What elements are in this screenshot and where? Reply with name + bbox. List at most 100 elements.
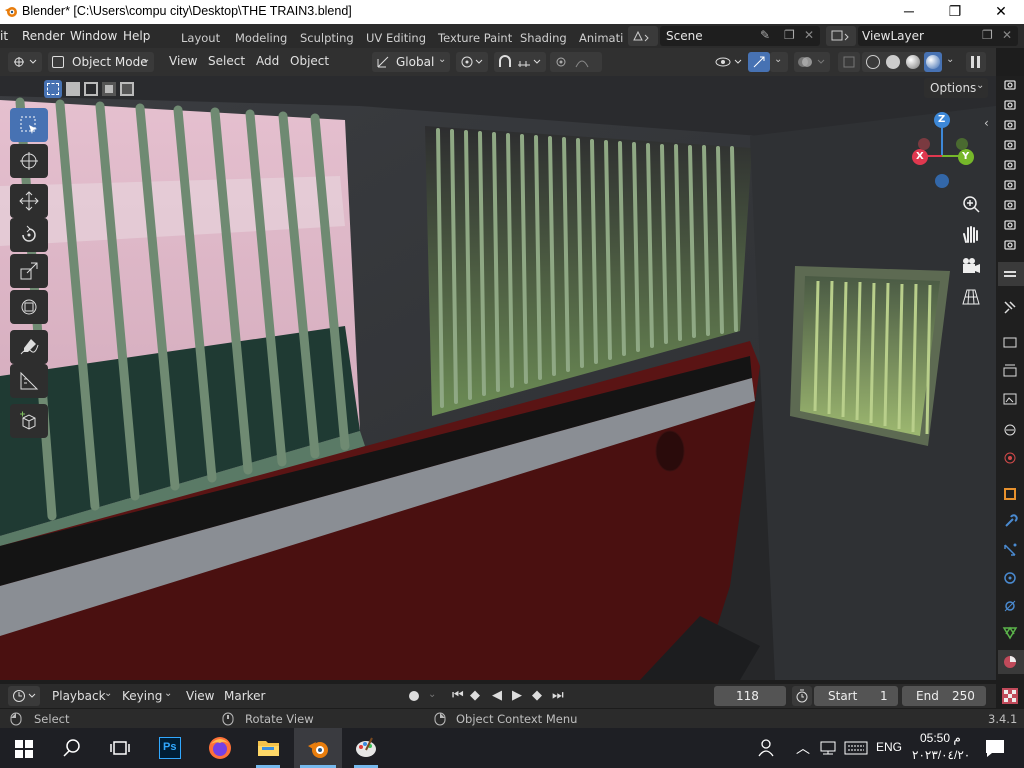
duplicate-scene-icon[interactable]: ❐ bbox=[784, 28, 795, 42]
select-intersect-icon[interactable] bbox=[120, 82, 134, 96]
keyboard-icon[interactable] bbox=[844, 740, 868, 756]
3d-viewport[interactable]: Options ⌄ Z X Y ‹ bbox=[0, 76, 996, 680]
close-window-button[interactable]: ✕ bbox=[978, 0, 1024, 24]
network-icon[interactable] bbox=[818, 740, 838, 756]
sidebar-toggle-icon[interactable]: ‹ bbox=[984, 116, 989, 130]
chevron-down-icon[interactable]: ⌄ bbox=[428, 689, 436, 700]
select-box-tool[interactable] bbox=[10, 108, 48, 142]
gizmo-neg-z-axis[interactable] bbox=[935, 174, 949, 188]
show-hidden-icons-chevron[interactable]: ︿ bbox=[796, 738, 810, 758]
cursor-tool[interactable] bbox=[10, 144, 48, 178]
pin-icon[interactable]: ✎ bbox=[760, 28, 770, 42]
photoshop-taskbar-app[interactable]: Ps bbox=[146, 728, 194, 768]
start-button[interactable] bbox=[0, 728, 48, 768]
xray-toggle[interactable] bbox=[838, 52, 860, 72]
end-frame-field[interactable]: End 250 bbox=[902, 686, 986, 706]
menu-render[interactable]: Render bbox=[22, 29, 65, 43]
workspace-tab-texture-paint[interactable]: Texture Paint bbox=[438, 31, 512, 45]
scale-tool[interactable] bbox=[10, 254, 48, 288]
notification-icon[interactable] bbox=[984, 738, 1006, 758]
workspace-tab-modeling[interactable]: Modeling bbox=[235, 31, 287, 45]
snapping-dropdown[interactable] bbox=[494, 52, 546, 72]
preview-range-toggle[interactable] bbox=[792, 686, 812, 706]
start-frame-field[interactable]: Start 1 bbox=[814, 686, 898, 706]
viewlayer-field[interactable]: ViewLayer ❐ ✕ bbox=[858, 26, 1018, 46]
people-icon[interactable] bbox=[758, 738, 778, 758]
perspective-toggle-button[interactable] bbox=[958, 284, 984, 310]
timeline-menu-marker[interactable]: Marker bbox=[224, 689, 265, 703]
workspace-tab-uv-editing[interactable]: UV Editing bbox=[366, 31, 426, 45]
keying-dropdown[interactable]: Keying ⌄ bbox=[116, 686, 176, 706]
jump-start-icon[interactable]: ⏮ bbox=[452, 688, 464, 703]
delete-scene-icon[interactable]: ✕ bbox=[804, 28, 814, 42]
scene-browse-button[interactable] bbox=[628, 26, 658, 46]
viewlayer-browse-button[interactable] bbox=[826, 26, 856, 46]
prev-keyframe-icon[interactable]: ◆ bbox=[470, 688, 480, 703]
play-reverse-icon[interactable]: ◀ bbox=[492, 688, 502, 703]
gizmo-dropdown[interactable]: ⌄ bbox=[770, 52, 788, 72]
transform-orientation-dropdown[interactable]: Global ⌄ bbox=[372, 52, 450, 72]
blender-taskbar-app[interactable] bbox=[294, 728, 342, 768]
current-frame-field[interactable]: 118 bbox=[714, 686, 786, 706]
transform-tool[interactable] bbox=[10, 290, 48, 324]
file-explorer-taskbar-app[interactable] bbox=[244, 728, 292, 768]
workspace-tab-layout[interactable]: Layout bbox=[181, 31, 220, 45]
workspace-tab-sculpting[interactable]: Sculpting bbox=[300, 31, 354, 45]
material-preview-shading-icon[interactable] bbox=[906, 55, 920, 69]
delete-viewlayer-icon[interactable]: ✕ bbox=[1002, 28, 1012, 42]
pan-button[interactable] bbox=[958, 222, 984, 248]
select-new-icon[interactable] bbox=[44, 80, 62, 98]
jump-end-icon[interactable]: ⏭ bbox=[552, 688, 564, 703]
visibility-dropdown[interactable] bbox=[712, 52, 746, 72]
header-menu-add[interactable]: Add bbox=[256, 54, 279, 68]
pause-render-button[interactable] bbox=[966, 52, 986, 72]
proportional-editing-toggle[interactable] bbox=[550, 52, 602, 72]
select-invert-icon[interactable] bbox=[102, 82, 116, 96]
scene-field[interactable]: Scene ✎ ❐ ✕ bbox=[660, 26, 820, 46]
workspace-tab-animation[interactable]: Animati bbox=[579, 31, 623, 45]
task-view-button[interactable] bbox=[96, 728, 144, 768]
move-tool[interactable] bbox=[10, 184, 48, 218]
auto-keying-toggle[interactable] bbox=[404, 686, 424, 706]
solid-shading-icon[interactable] bbox=[886, 55, 900, 69]
maximize-button[interactable]: ❐ bbox=[932, 0, 978, 24]
search-button[interactable] bbox=[48, 728, 96, 768]
input-language[interactable]: ENG bbox=[876, 740, 902, 754]
add-cube-tool[interactable] bbox=[10, 404, 48, 438]
workspace-tab-shading[interactable]: Shading bbox=[520, 31, 567, 45]
camera-view-button[interactable] bbox=[958, 254, 984, 280]
select-extend-icon[interactable] bbox=[66, 82, 80, 96]
pivot-point-dropdown[interactable] bbox=[456, 52, 488, 72]
play-icon[interactable]: ▶ bbox=[512, 688, 522, 703]
firefox-taskbar-app[interactable] bbox=[196, 728, 244, 768]
minimize-button[interactable]: ─ bbox=[886, 0, 932, 24]
playback-dropdown[interactable]: Playback ⌄ bbox=[44, 686, 114, 706]
clock-date[interactable]: ٢٠٢٣/٠٤/٢٠ bbox=[912, 748, 970, 762]
clock-time[interactable]: 05:50 م bbox=[920, 731, 961, 745]
header-menu-select[interactable]: Select bbox=[208, 54, 245, 68]
duplicate-viewlayer-icon[interactable]: ❐ bbox=[982, 28, 993, 42]
header-menu-object[interactable]: Object bbox=[290, 54, 329, 68]
menu-window[interactable]: Window bbox=[70, 29, 117, 43]
timeline-menu-view[interactable]: View bbox=[186, 689, 214, 703]
timeline-editor-type-button[interactable] bbox=[8, 686, 40, 706]
options-dropdown[interactable]: Options ⌄ bbox=[924, 78, 988, 98]
editor-type-button[interactable] bbox=[8, 52, 42, 72]
header-menu-view[interactable]: View bbox=[169, 54, 197, 68]
menu-help[interactable]: Help bbox=[123, 29, 150, 43]
gizmo-toggle[interactable] bbox=[748, 52, 770, 72]
paint-taskbar-app[interactable] bbox=[342, 728, 390, 768]
menu-edit[interactable]: it bbox=[0, 29, 8, 43]
wireframe-shading-icon[interactable] bbox=[866, 55, 880, 69]
rotate-tool[interactable] bbox=[10, 218, 48, 252]
annotate-tool[interactable] bbox=[10, 330, 48, 364]
shading-options-dropdown[interactable]: ⌄ bbox=[942, 52, 960, 72]
zoom-button[interactable] bbox=[958, 192, 984, 218]
next-keyframe-icon[interactable]: ◆ bbox=[532, 688, 542, 703]
select-subtract-icon[interactable] bbox=[84, 82, 98, 96]
object-mode-dropdown[interactable]: Object Mode ⌄ bbox=[48, 52, 154, 72]
rendered-shading-button[interactable] bbox=[924, 52, 942, 72]
checker-icon[interactable] bbox=[1002, 688, 1018, 704]
overlays-toggle[interactable] bbox=[794, 52, 830, 72]
measure-tool[interactable] bbox=[10, 364, 48, 398]
